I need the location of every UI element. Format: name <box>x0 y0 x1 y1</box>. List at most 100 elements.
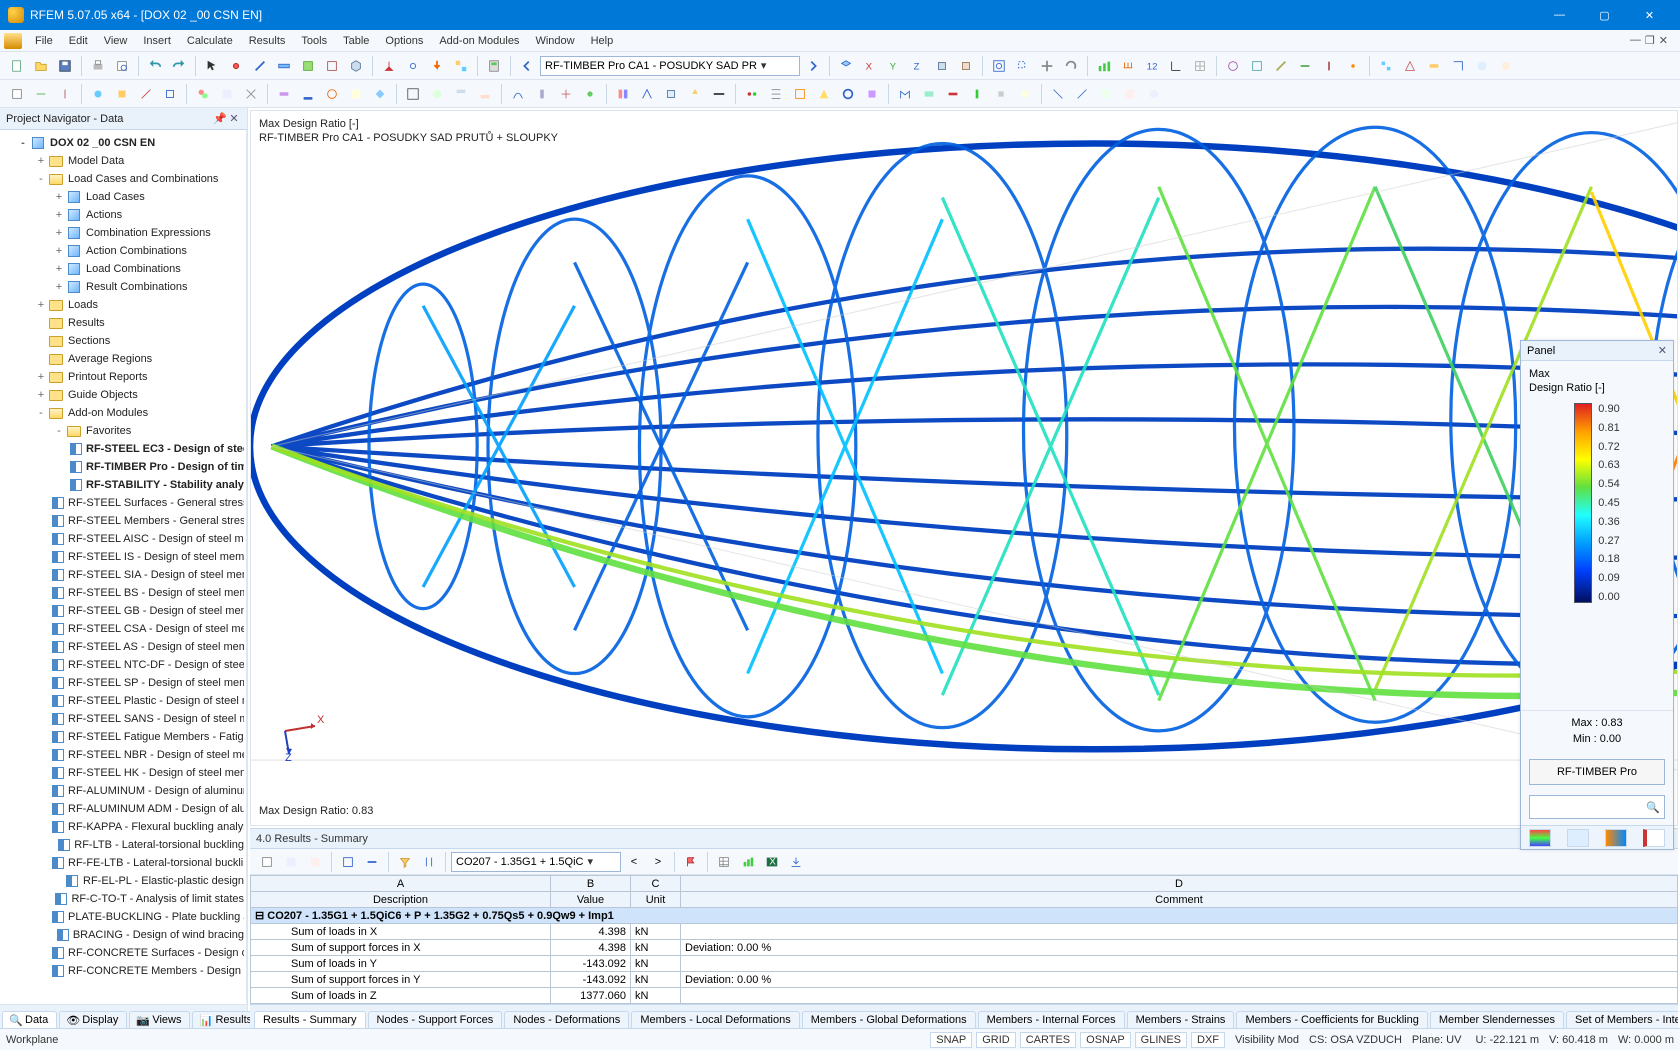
table-row[interactable]: Sum of support forces in Y-143.092kNDevi… <box>251 972 1678 988</box>
tb2-btn-23-icon[interactable] <box>579 83 601 105</box>
tb-hinge-icon[interactable] <box>402 55 424 77</box>
tb-view-iso-icon[interactable] <box>835 55 857 77</box>
panel-title-bar[interactable]: Panel ✕ <box>1521 341 1673 361</box>
status-dxf[interactable]: DXF <box>1191 1032 1225 1048</box>
menu-view[interactable]: View <box>97 33 135 49</box>
tree-item[interactable]: BRACING - Design of wind bracing <box>2 926 244 944</box>
header-unit[interactable]: Unit <box>631 892 681 908</box>
tree-item[interactable]: +Load Cases <box>2 188 244 206</box>
tb-misc-8-icon[interactable] <box>1399 55 1421 77</box>
tb2-btn-30-icon[interactable] <box>765 83 787 105</box>
rtab-sets-internal[interactable]: Set of Members - Internal Forces <box>1566 1011 1678 1028</box>
tree-item[interactable]: RF-STEEL NTC-DF - Design of steel member… <box>2 656 244 674</box>
tb-misc-4-icon[interactable] <box>1294 55 1316 77</box>
tb-print-icon[interactable] <box>87 55 109 77</box>
tb-opening-icon[interactable] <box>321 55 343 77</box>
tb2-btn-17-icon[interactable] <box>426 83 448 105</box>
col-B[interactable]: B <box>551 876 631 892</box>
panel-tab-1-icon[interactable] <box>1529 829 1551 847</box>
results-tb-excel-icon[interactable]: X <box>761 851 783 873</box>
tb2-btn-26-icon[interactable] <box>660 83 682 105</box>
tb2-btn-35-icon[interactable] <box>894 83 916 105</box>
tb-redo-icon[interactable] <box>168 55 190 77</box>
tb-misc-10-icon[interactable] <box>1447 55 1469 77</box>
rtab-members-buckling[interactable]: Members - Coefficients for Buckling <box>1236 1011 1427 1028</box>
tb2-btn-37-icon[interactable] <box>942 83 964 105</box>
tb2-btn-43-icon[interactable] <box>1095 83 1117 105</box>
tb2-btn-9-icon[interactable] <box>216 83 238 105</box>
tb-misc-1-icon[interactable] <box>1222 55 1244 77</box>
tb-view-y-icon[interactable]: Y <box>883 55 905 77</box>
tree-item[interactable]: RF-STABILITY - Stability analysis <box>2 476 244 494</box>
tree-item[interactable]: Sections <box>2 332 244 350</box>
tree-item[interactable]: +Printout Reports <box>2 368 244 386</box>
table-row[interactable]: Sum of loads in Z1377.060kN <box>251 988 1678 1004</box>
tb2-btn-45-icon[interactable] <box>1143 83 1165 105</box>
panel-module-button[interactable]: RF-TIMBER Pro <box>1529 759 1665 785</box>
table-row[interactable]: Sum of loads in Y-143.092kN <box>251 956 1678 972</box>
model-viewport[interactable]: Max Design Ratio [-] RF-TIMBER Pro CA1 -… <box>250 110 1678 826</box>
tb-toggle-grid-icon[interactable] <box>1189 55 1211 77</box>
tb-support-icon[interactable] <box>378 55 400 77</box>
tb-save-icon[interactable] <box>54 55 76 77</box>
tree-item[interactable]: RF-STEEL SP - Design of steel members ac… <box>2 674 244 692</box>
tb2-btn-27-icon[interactable] <box>684 83 706 105</box>
tree-item[interactable]: Average Regions <box>2 350 244 368</box>
tree-item[interactable]: RF-C-TO-T - Analysis of limit states <box>2 890 244 908</box>
results-tb-4-icon[interactable] <box>337 851 359 873</box>
tree-item[interactable]: RF-FE-LTB - Lateral-torsional buckling <box>2 854 244 872</box>
tb-rotate-icon[interactable] <box>1060 55 1082 77</box>
tb-misc-11-icon[interactable] <box>1471 55 1493 77</box>
table-row[interactable]: Sum of loads in X4.398kN <box>251 924 1678 940</box>
results-tb-flag-icon[interactable] <box>680 851 702 873</box>
results-group[interactable]: ⊟ CO207 - 1.35G1 + 1.5QiC6 + P + 1.35G2 … <box>251 908 1678 924</box>
tree-item[interactable]: RF-EL-PL - Elastic-plastic design <box>2 872 244 890</box>
tb-toggle-axes-icon[interactable] <box>1165 55 1187 77</box>
tree-item[interactable]: +Actions <box>2 206 244 224</box>
pin-icon[interactable]: 📌 <box>213 112 227 125</box>
tb2-btn-12-icon[interactable] <box>297 83 319 105</box>
results-tb-1-icon[interactable] <box>256 851 278 873</box>
tb2-btn-20-icon[interactable] <box>507 83 529 105</box>
tree-item[interactable]: RF-STEEL NBR - Design of steel members a… <box>2 746 244 764</box>
tb-member-icon[interactable] <box>273 55 295 77</box>
results-tb-chart-icon[interactable] <box>737 851 759 873</box>
tree-item[interactable]: RF-KAPPA - Flexural buckling analysis <box>2 818 244 836</box>
status-osnap[interactable]: OSNAP <box>1080 1032 1131 1048</box>
nav-tab-views[interactable]: 📷Views <box>129 1011 190 1028</box>
status-snap[interactable]: SNAP <box>930 1032 972 1048</box>
tree-item[interactable]: RF-STEEL CSA - Design of steel members a… <box>2 620 244 638</box>
tb-misc-2-icon[interactable] <box>1246 55 1268 77</box>
tree-item[interactable]: RF-STEEL SANS - Design of steel members … <box>2 710 244 728</box>
status-grid[interactable]: GRID <box>976 1032 1016 1048</box>
tree-item[interactable]: RF-STEEL Surfaces - General stress analy… <box>2 494 244 512</box>
tb2-btn-7-icon[interactable] <box>159 83 181 105</box>
tb-load-icon[interactable] <box>426 55 448 77</box>
nav-tab-display[interactable]: 👁Display <box>59 1011 127 1028</box>
menu-options[interactable]: Options <box>378 33 430 49</box>
tb2-btn-28-icon[interactable] <box>708 83 730 105</box>
tb2-btn-42-icon[interactable] <box>1071 83 1093 105</box>
tb2-btn-1-icon[interactable] <box>6 83 28 105</box>
tb-toggle-loads-icon[interactable] <box>1117 55 1139 77</box>
panel-tab-4-icon[interactable] <box>1643 829 1665 847</box>
tree-item[interactable]: RF-CONCRETE Surfaces - Design of concret… <box>2 944 244 962</box>
mdi-minimize-icon[interactable]: — <box>1630 34 1641 47</box>
viewport-canvas[interactable] <box>251 111 1677 825</box>
tree-item[interactable]: RF-STEEL EC3 - Design of steel members a… <box>2 440 244 458</box>
tb-view-back-icon[interactable] <box>955 55 977 77</box>
rtab-summary[interactable]: Results - Summary <box>254 1011 366 1028</box>
menu-table[interactable]: Table <box>336 33 376 49</box>
tb2-btn-22-icon[interactable] <box>555 83 577 105</box>
col-A[interactable]: A <box>251 876 551 892</box>
rtab-nodes-support[interactable]: Nodes - Support Forces <box>368 1011 503 1028</box>
tree-item[interactable]: +Action Combinations <box>2 242 244 260</box>
tb2-btn-39-icon[interactable] <box>990 83 1012 105</box>
rtab-members-globaldef[interactable]: Members - Global Deformations <box>802 1011 976 1028</box>
results-grid[interactable]: A B C D Description Value Unit Comment <box>250 875 1678 1004</box>
tb2-btn-14-icon[interactable] <box>345 83 367 105</box>
tb-zoom-fit-icon[interactable] <box>988 55 1010 77</box>
status-cartes[interactable]: CARTES <box>1020 1032 1076 1048</box>
tree-item[interactable]: -Load Cases and Combinations <box>2 170 244 188</box>
tb-view-front-icon[interactable] <box>931 55 953 77</box>
